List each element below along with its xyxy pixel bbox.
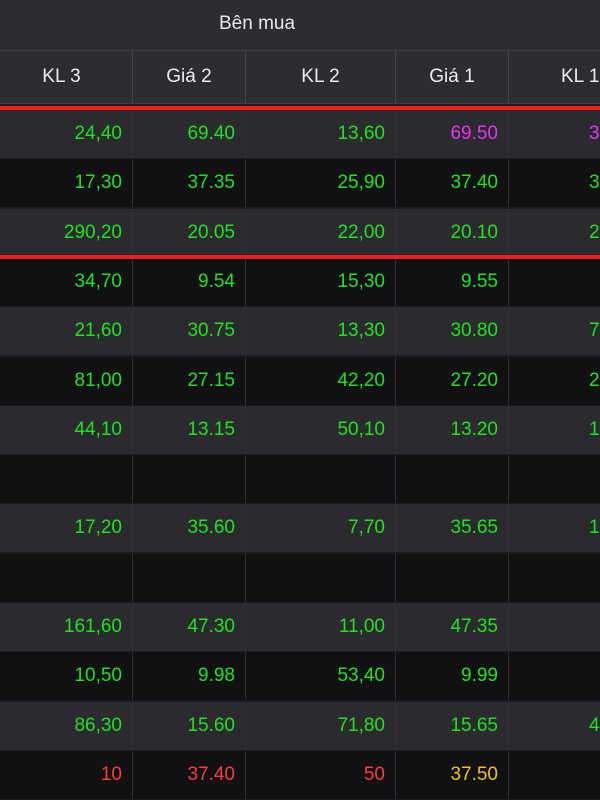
table-row[interactable]: 44,1013.1550,1013.2015	[0, 406, 600, 454]
cell-gia1: 47.35	[395, 603, 508, 651]
cell-kl1: 1	[508, 504, 600, 552]
cell-kl1: 2	[508, 209, 600, 257]
cell-gia1: 15.65	[395, 702, 508, 750]
cell-kl3: 24,40	[0, 110, 132, 158]
cell-kl3: 290,20	[0, 209, 132, 257]
header-divider	[0, 50, 600, 51]
cell-kl2: 25,90	[245, 159, 395, 207]
highlight-bottom-line	[0, 255, 600, 259]
cell-gia2: 9.54	[132, 258, 245, 306]
cell-kl1: 7	[508, 307, 600, 355]
cell-gia2	[132, 455, 245, 503]
cell-kl3: 34,70	[0, 258, 132, 306]
cell-kl1	[508, 751, 600, 799]
column-header-gia2[interactable]: Giá 2	[132, 51, 245, 103]
cell-kl3: 21,60	[0, 307, 132, 355]
table-row[interactable]: 10,50 9.98 53,40 9.99	[0, 652, 600, 700]
cell-gia1: 37.40	[395, 159, 508, 207]
table-row[interactable]: 10 37.40 50 37.50	[0, 751, 600, 799]
cell-gia2: 37.40	[132, 751, 245, 799]
table-row[interactable]: 81,00 27.15 42,20 27.20 2	[0, 357, 600, 405]
cell-kl2: 15,30	[245, 258, 395, 306]
table-row[interactable]: 17,20 35.60 7,70 35.65 1	[0, 504, 600, 552]
cell-kl2: 53,40	[245, 652, 395, 700]
cell-kl2: 11,00	[245, 603, 395, 651]
cell-gia1: 69.50	[395, 110, 508, 158]
cell-gia1: 20.10	[395, 209, 508, 257]
cell-gia1	[395, 554, 508, 602]
column-header-row: KL 3 Giá 2 KL 2 Giá 1 KL 1	[0, 51, 600, 103]
cell-kl2: 22,00	[245, 209, 395, 257]
cell-gia2: 27.15	[132, 357, 245, 405]
cell-gia2: 30.75	[132, 307, 245, 355]
table-row[interactable]: 290,20 20.05 22,00 20.10 2	[0, 209, 600, 257]
cell-gia2: 13.15	[132, 406, 245, 454]
cell-gia2: 69.40	[132, 110, 245, 158]
cell-gia1: 13.20	[395, 406, 508, 454]
table-row[interactable]: 34,70 9.54 15,30 9.55	[0, 258, 600, 306]
cell-kl3	[0, 554, 132, 602]
cell-kl3: 10	[0, 751, 132, 799]
cell-gia1: 27.20	[395, 357, 508, 405]
cell-kl2	[245, 554, 395, 602]
cell-kl2: 50	[245, 751, 395, 799]
table-row[interactable]: 86,30 15.60 71,80 15.65 4	[0, 702, 600, 750]
cell-gia1: 9.99	[395, 652, 508, 700]
cell-gia2	[132, 554, 245, 602]
table-row[interactable]: 24,40 69.40 13,60 69.50 3	[0, 110, 600, 158]
cell-gia1: 30.80	[395, 307, 508, 355]
cell-kl1	[508, 603, 600, 651]
table-row[interactable]: 161,60 47.30 11,00 47.35	[0, 603, 600, 651]
cell-gia1	[395, 455, 508, 503]
cell-gia2: 35.60	[132, 504, 245, 552]
cell-kl2: 42,20	[245, 357, 395, 405]
cell-gia1: 37.50	[395, 751, 508, 799]
cell-kl1	[508, 258, 600, 306]
buy-side-label: Bên mua	[219, 13, 296, 34]
table-row[interactable]	[0, 455, 600, 503]
cell-gia1: 9.55	[395, 258, 508, 306]
cell-kl1: 3	[508, 110, 600, 158]
cell-kl3: 81,00	[0, 357, 132, 405]
cell-kl2: 50,10	[245, 406, 395, 454]
cell-kl1: 3	[508, 159, 600, 207]
cell-kl1: 2	[508, 357, 600, 405]
buy-side-group-header: Bên mua	[0, 0, 600, 50]
cell-kl1: 15	[508, 406, 600, 454]
cell-kl3	[0, 455, 132, 503]
cell-kl3: 17,20	[0, 504, 132, 552]
table-row[interactable]: 21,60 30.75 13,30 30.80 7	[0, 307, 600, 355]
cell-gia1: 35.65	[395, 504, 508, 552]
column-header-kl3[interactable]: KL 3	[0, 51, 132, 103]
table-row[interactable]: 17,30 37.35 25,90 37.40 3	[0, 159, 600, 207]
column-header-kl2[interactable]: KL 2	[245, 51, 395, 103]
cell-kl1	[508, 455, 600, 503]
cell-kl2	[245, 455, 395, 503]
cell-kl2: 13,30	[245, 307, 395, 355]
column-header-kl1[interactable]: KL 1	[508, 51, 600, 103]
cell-gia2: 9.98	[132, 652, 245, 700]
cell-kl2: 71,80	[245, 702, 395, 750]
cell-gia2: 37.35	[132, 159, 245, 207]
cell-kl1	[508, 554, 600, 602]
header-divider	[0, 103, 600, 104]
highlight-top-line	[0, 106, 600, 110]
cell-kl2: 7,70	[245, 504, 395, 552]
cell-kl3: 161,60	[0, 603, 132, 651]
column-header-gia1[interactable]: Giá 1	[395, 51, 508, 103]
cell-kl3: 44,10	[0, 406, 132, 454]
cell-gia2: 47.30	[132, 603, 245, 651]
cell-kl3: 10,50	[0, 652, 132, 700]
table-row[interactable]	[0, 554, 600, 602]
cell-kl3: 17,30	[0, 159, 132, 207]
cell-kl1	[508, 652, 600, 700]
cell-kl1: 4	[508, 702, 600, 750]
cell-kl3: 86,30	[0, 702, 132, 750]
cell-gia2: 20.05	[132, 209, 245, 257]
cell-gia2: 15.60	[132, 702, 245, 750]
cell-kl2: 13,60	[245, 110, 395, 158]
